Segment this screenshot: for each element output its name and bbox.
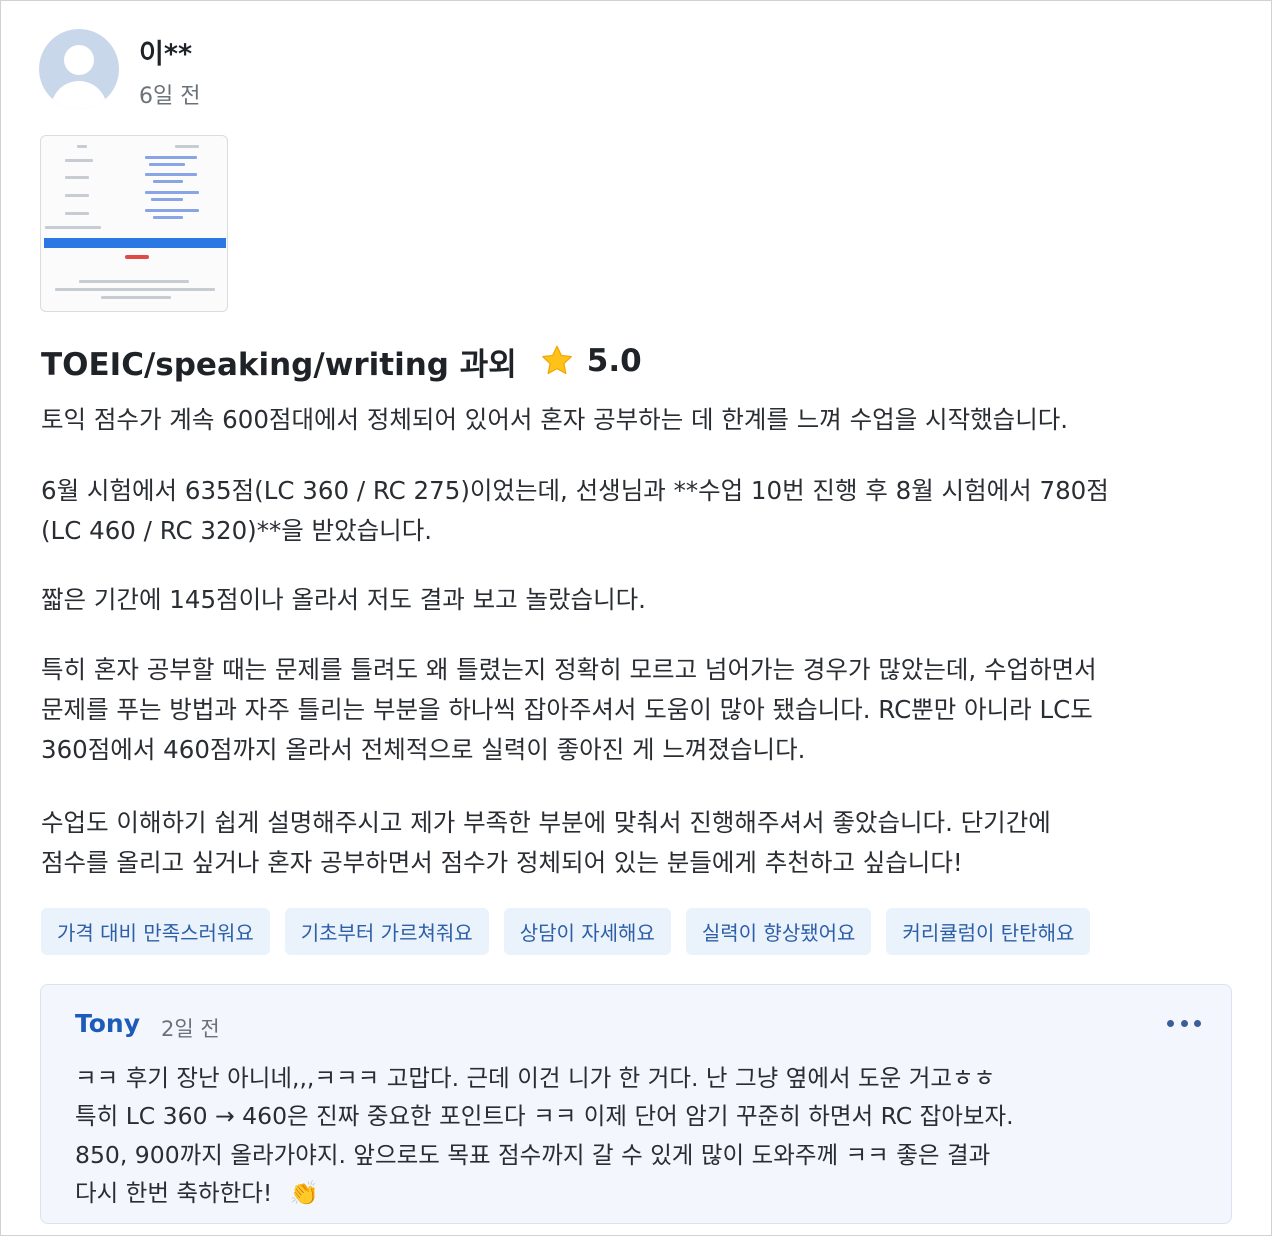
review-paragraph: 6월 시험에서 635점(LC 360 / RC 275)이었는데, 선생님과 … xyxy=(41,476,1109,545)
user-avatar-icon xyxy=(39,29,119,109)
reply-author: Tony xyxy=(75,1009,141,1038)
review-tag: 상담이 자세해요 xyxy=(503,908,671,955)
reply-text-line: ㅋㅋ 후기 장난 아니네,,,ㅋㅋㅋ 고맙다. 근데 이건 니가 한 거다. 난… xyxy=(75,1064,996,1092)
review-card: 이** 6일 전 TOEIC/speaking/writing 과외 5.0 토… xyxy=(1,1,1272,1236)
clapping-hands-icon: 👏 xyxy=(289,1179,320,1207)
reply-date: 2일 전 xyxy=(161,1017,220,1041)
reply-text-line: 850, 900까지 올라가야지. 앞으로도 목표 점수까지 갈 수 있게 많이… xyxy=(75,1141,991,1169)
more-options-icon[interactable] xyxy=(1167,1013,1201,1033)
review-paragraph: 수업도 이해하기 쉽게 설명해주시고 제가 부족한 부분에 맞춰서 진행해주셔서… xyxy=(41,808,1051,877)
attached-image-thumbnail[interactable] xyxy=(40,135,228,312)
review-tag: 커리큘럼이 탄탄해요 xyxy=(886,908,1091,955)
reply-text-line: 다시 한번 축하한다! 👏 xyxy=(75,1179,320,1207)
review-tags: 가격 대비 만족스러워요 기초부터 가르쳐줘요 상담이 자세해요 실력이 향상됐… xyxy=(41,908,1091,955)
review-tag: 기초부터 가르쳐줘요 xyxy=(284,908,489,955)
lesson-title: TOEIC/speaking/writing 과외 xyxy=(41,346,517,383)
review-paragraph: 토익 점수가 계속 600점대에서 정체되어 있어서 혼자 공부하는 데 한계를… xyxy=(41,405,1069,434)
teacher-reply: Tony 2일 전 ㅋㅋ 후기 장난 아니네,,,ㅋㅋㅋ 고맙다. 근데 이건 … xyxy=(40,984,1232,1224)
review-date: 6일 전 xyxy=(139,84,201,109)
review-author: 이** xyxy=(139,39,193,70)
review-title-row: TOEIC/speaking/writing 과외 5.0 xyxy=(41,341,642,383)
review-tag: 가격 대비 만족스러워요 xyxy=(41,908,270,955)
star-icon xyxy=(541,345,572,375)
review-paragraph: 짧은 기간에 145점이나 올라서 저도 결과 보고 놀랐습니다. xyxy=(41,585,646,614)
reply-text-line: 특히 LC 360 → 460은 진짜 중요한 포인트다 ㅋㅋ 이제 단어 암기… xyxy=(75,1102,1014,1130)
review-tag: 실력이 향상됐어요 xyxy=(685,908,872,955)
rating-value: 5.0 xyxy=(586,343,642,379)
review-paragraph: 특히 혼자 공부할 때는 문제를 틀려도 왜 틀렸는지 정확히 모르고 넘어가는… xyxy=(41,655,1097,764)
